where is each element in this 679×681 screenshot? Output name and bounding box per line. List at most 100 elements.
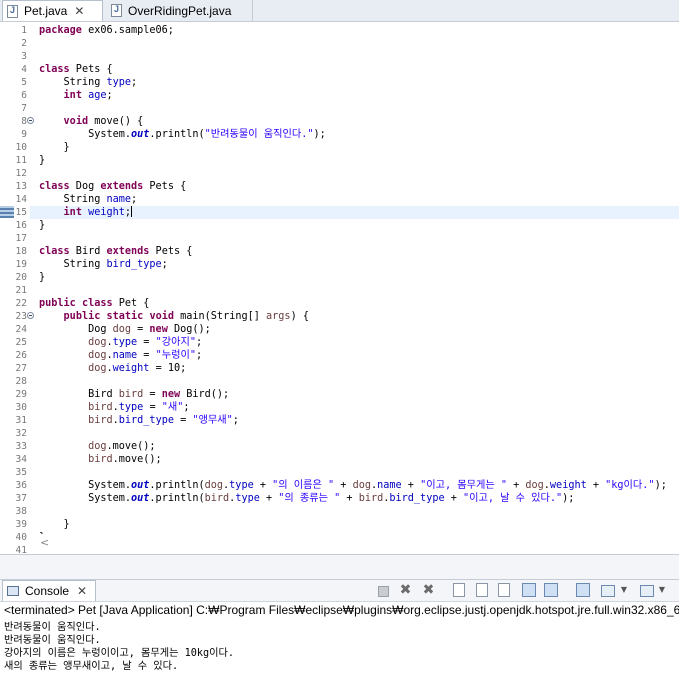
horizontal-scrollbar[interactable]: <	[30, 534, 679, 552]
show-on-stderr-icon[interactable]	[544, 583, 558, 597]
code-line[interactable]: int age;	[39, 89, 113, 102]
line-number: 19	[15, 259, 27, 270]
code-line[interactable]: bird.type = "새";	[39, 401, 189, 414]
tab-label: Pet.java	[24, 4, 68, 18]
close-icon[interactable]: ✕	[77, 584, 87, 598]
code-line[interactable]: }	[39, 154, 45, 167]
line-number: 1	[21, 25, 27, 36]
word-wrap-icon[interactable]	[498, 583, 510, 597]
line-number: 36	[15, 480, 27, 491]
code-line[interactable]: void move() {	[39, 115, 144, 128]
line-number: 39	[15, 519, 27, 530]
line-number: 15	[15, 207, 27, 218]
line-number: 30	[15, 402, 27, 413]
line-number: 2	[21, 38, 27, 49]
chevron-down-icon[interactable]: ▼	[620, 583, 628, 598]
console-tab-label: Console	[25, 584, 70, 598]
display-console-icon[interactable]	[601, 585, 615, 597]
line-number: 38	[15, 506, 27, 517]
line-number: 9	[21, 129, 27, 140]
code-line[interactable]: Dog dog = new Dog();	[39, 323, 211, 336]
line-number: 33	[15, 441, 27, 452]
line-number: 40	[15, 532, 27, 543]
line-number: 4	[21, 64, 27, 75]
code-line[interactable]: System.out.println(dog.type + "의 이름은 " +…	[39, 479, 667, 492]
line-number: 24	[15, 324, 27, 335]
scroll-left-arrow-icon[interactable]: <	[40, 536, 49, 549]
code-line[interactable]: package ex06.sample06;	[39, 24, 174, 37]
line-number: 18	[15, 246, 27, 257]
code-line[interactable]: String name;	[39, 193, 138, 206]
line-number: 5	[21, 77, 27, 88]
line-number: 37	[15, 493, 27, 504]
code-line[interactable]: System.out.println("반려동물이 움직인다.");	[39, 128, 326, 141]
java-file-icon	[111, 4, 122, 17]
panel-separator	[0, 554, 679, 580]
code-line[interactable]: String type;	[39, 76, 138, 89]
tab-overridingpet-java[interactable]: OverRidingPet.java	[107, 0, 253, 21]
scroll-lock-icon[interactable]	[476, 583, 488, 597]
code-line[interactable]: dog.move();	[39, 440, 155, 453]
line-number: 27	[15, 363, 27, 374]
line-number: 32	[15, 428, 27, 439]
chevron-down-icon[interactable]: ▼	[658, 583, 666, 598]
line-number: 41	[15, 545, 27, 554]
code-editor[interactable]: 1 2 3 4 5 6 7 8 9 10 11 12 13 14 15 16 1…	[0, 22, 679, 554]
line-number: 20	[15, 272, 27, 283]
line-number: 13	[15, 181, 27, 192]
console-output-line: 강아지의 이름은 누렁이이고, 몸무게는 10kg이다.	[4, 648, 235, 659]
close-icon[interactable]: ✕	[74, 4, 84, 18]
show-on-stdout-icon[interactable]	[522, 583, 536, 597]
line-number: 29	[15, 389, 27, 400]
tab-pet-java[interactable]: Pet.java ✕	[2, 0, 103, 21]
line-number-gutter: 1 2 3 4 5 6 7 8 9 10 11 12 13 14 15 16 1…	[0, 22, 34, 554]
line-number: 3	[21, 51, 27, 62]
code-line[interactable]: }	[39, 518, 70, 531]
code-line[interactable]: dog.weight = 10;	[39, 362, 186, 375]
line-number: 31	[15, 415, 27, 426]
console-status: <terminated> Pet [Java Application] C:₩P…	[4, 603, 679, 617]
code-line[interactable]: Bird bird = new Bird();	[39, 388, 229, 401]
line-number: 12	[15, 168, 27, 179]
editor-tab-bar: Pet.java ✕ OverRidingPet.java	[0, 0, 679, 22]
open-console-icon[interactable]	[640, 585, 654, 597]
line-number: 22	[15, 298, 27, 309]
line-number: 6	[21, 90, 27, 101]
console-output-line: 반려동물이 움직인다.	[4, 635, 101, 646]
fold-minus-icon[interactable]	[27, 117, 34, 124]
code-line[interactable]: class Pets {	[39, 63, 113, 76]
code-line[interactable]: String bird_type;	[39, 258, 168, 271]
code-line[interactable]: public class Pet {	[39, 297, 149, 310]
code-line[interactable]: }	[39, 141, 70, 154]
remove-launch-icon[interactable]: ✖	[398, 583, 413, 598]
code-line[interactable]: dog.type = "강아지";	[39, 336, 202, 349]
code-line[interactable]: dog.name = "누렁이";	[39, 349, 202, 362]
line-number: 10	[15, 142, 27, 153]
remove-all-terminated-icon[interactable]: ✖	[421, 583, 436, 598]
code-line[interactable]: System.out.println(bird.type + "의 종류는 " …	[39, 492, 574, 505]
line-number: 34	[15, 454, 27, 465]
code-line[interactable]: bird.bird_type = "앵무새";	[39, 414, 239, 427]
terminate-icon[interactable]	[378, 586, 389, 597]
code-line[interactable]: int weight;	[39, 206, 133, 219]
line-number: 17	[15, 233, 27, 244]
line-number: 23	[15, 311, 27, 322]
fold-minus-icon[interactable]	[27, 312, 34, 319]
code-line[interactable]: class Bird extends Pets {	[39, 245, 192, 258]
text-caret	[131, 206, 133, 217]
code-line[interactable]: }	[39, 271, 45, 284]
line-number: 14	[15, 194, 27, 205]
line-number: 11	[15, 155, 27, 166]
pin-console-icon[interactable]	[576, 583, 590, 597]
line-number: 8	[21, 116, 27, 127]
code-line[interactable]: class Dog extends Pets {	[39, 180, 186, 193]
code-line[interactable]: public static void main(String[] args) {	[39, 310, 309, 323]
code-line[interactable]: bird.move();	[39, 453, 162, 466]
line-number: 35	[15, 467, 27, 478]
line-number: 28	[15, 376, 27, 387]
code-line[interactable]: }	[39, 219, 45, 232]
clear-console-icon[interactable]	[453, 583, 465, 597]
java-file-icon	[7, 4, 18, 18]
tab-console[interactable]: Console ✕	[2, 580, 96, 601]
console-output-line: 반려동물이 움직인다.	[4, 622, 101, 633]
